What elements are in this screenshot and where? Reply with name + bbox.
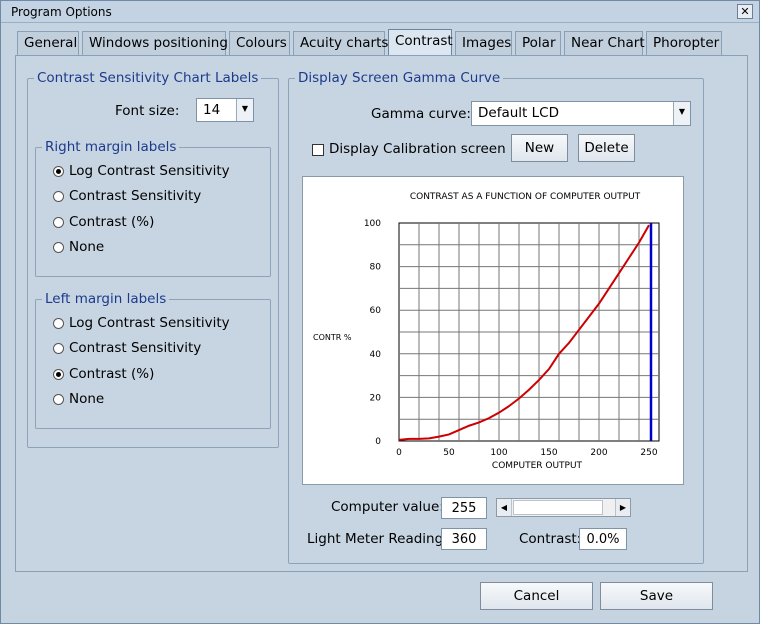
right-label-none: None — [69, 239, 105, 255]
tab-acuity-charts[interactable]: Acuity charts — [293, 31, 388, 55]
gamma-chart: 0 50 100 150 200 250 0 20 40 60 80 100 CONTRAST AS A… — [313, 192, 660, 471]
display-calibration-label: Display Calibration screen — [329, 141, 506, 157]
chevron-down-icon[interactable]: ▼ — [673, 102, 690, 125]
delete-button[interactable]: Delete — [578, 134, 635, 162]
slider-right-arrow-icon[interactable]: ▶ — [615, 499, 630, 516]
tab-images[interactable]: Images — [455, 31, 512, 55]
computer-value-field[interactable]: 255 — [441, 497, 487, 519]
close-icon[interactable]: ✕ — [737, 4, 753, 19]
left-label-log-contrast-sensitivity: Log Contrast Sensitivity — [69, 315, 230, 331]
gamma-chart-panel: 0 50 100 150 200 250 0 20 40 60 80 100 CONTRAST AS A… — [302, 176, 684, 485]
light-meter-field[interactable]: 360 — [441, 528, 487, 550]
y-tick-label: 0 — [375, 437, 381, 447]
right-label-contrast-sensitivity: Contrast Sensitivity — [69, 188, 202, 204]
tab-general[interactable]: General — [17, 31, 79, 55]
chart-title: CONTRAST AS A FUNCTION OF COMPUTER OUTPU… — [410, 192, 641, 202]
gamma-curve-label: Gamma curve: — [371, 106, 471, 122]
tab-colours[interactable]: Colours — [229, 31, 290, 55]
tab-windows-positioning[interactable]: Windows positioning — [82, 31, 228, 55]
right-radio-none[interactable] — [53, 242, 64, 253]
gamma-curve-value: Default LCD — [478, 105, 559, 121]
x-tick-label: 100 — [490, 448, 507, 458]
left-label-none: None — [69, 391, 105, 407]
left-label-contrast-sensitivity: Contrast Sensitivity — [69, 340, 202, 356]
contrast-value-field: 0.0% — [579, 528, 627, 550]
left-radio-contrast-sensitivity[interactable] — [53, 343, 64, 354]
y-tick-label: 40 — [370, 350, 382, 360]
save-button[interactable]: Save — [600, 582, 713, 610]
left-radio-none[interactable] — [53, 394, 64, 405]
gamma-curve-select[interactable]: Default LCD ▼ — [471, 101, 691, 126]
left-radio-contrast-percent[interactable] — [53, 369, 64, 380]
right-radio-contrast-percent[interactable] — [53, 217, 64, 228]
x-tick-label: 200 — [590, 448, 607, 458]
left-margin-group-title: Left margin labels — [42, 291, 170, 307]
tab-phoropter[interactable]: Phoropter — [646, 31, 722, 55]
computer-value-slider[interactable]: ◀ ▶ — [496, 498, 631, 517]
tab-contrast[interactable]: Contrast — [388, 29, 453, 56]
y-tick-label: 20 — [370, 393, 382, 403]
x-tick-label: 250 — [640, 448, 657, 458]
y-tick-label: 80 — [370, 263, 382, 273]
title-bar: Program Options ✕ — [1, 1, 759, 23]
y-tick-label: 100 — [364, 219, 381, 229]
display-calibration-checkbox[interactable] — [312, 144, 324, 156]
program-options-window: Program Options ✕ General Windows positi… — [0, 0, 760, 624]
left-label-contrast-percent: Contrast (%) — [69, 366, 155, 382]
left-radio-log-contrast-sensitivity[interactable] — [53, 318, 64, 329]
tab-near-chart[interactable]: Near Chart — [564, 31, 645, 55]
x-axis-label: COMPUTER OUTPUT — [492, 461, 583, 471]
new-button[interactable]: New — [511, 134, 568, 162]
gamma-curve-group-title: Display Screen Gamma Curve — [295, 70, 504, 86]
x-tick-label: 150 — [540, 448, 557, 458]
slider-thumb[interactable] — [513, 500, 603, 515]
cancel-button[interactable]: Cancel — [480, 582, 593, 610]
chart-labels-group-title: Contrast Sensitivity Chart Labels — [34, 70, 262, 86]
font-size-value: 14 — [203, 102, 221, 118]
y-axis-label: CONTR % — [313, 333, 352, 342]
window-title: Program Options — [11, 5, 112, 19]
right-margin-group-title: Right margin labels — [42, 139, 180, 155]
computer-value-label: Computer value: — [331, 499, 444, 515]
font-size-label: Font size: — [115, 103, 180, 119]
right-label-log-contrast-sensitivity: Log Contrast Sensitivity — [69, 163, 230, 179]
font-size-select[interactable]: 14 ▼ — [196, 98, 254, 122]
y-tick-label: 60 — [370, 306, 382, 316]
contrast-label: Contrast: — [519, 531, 582, 547]
light-meter-label: Light Meter Reading: — [307, 531, 448, 547]
right-label-contrast-percent: Contrast (%) — [69, 214, 155, 230]
right-radio-contrast-sensitivity[interactable] — [53, 191, 64, 202]
right-radio-log-contrast-sensitivity[interactable] — [53, 166, 64, 177]
tab-polar[interactable]: Polar — [515, 31, 561, 55]
x-tick-label: 50 — [443, 448, 455, 458]
x-tick-label: 0 — [396, 448, 402, 458]
chevron-down-icon[interactable]: ▼ — [236, 99, 253, 121]
slider-left-arrow-icon[interactable]: ◀ — [497, 499, 512, 516]
